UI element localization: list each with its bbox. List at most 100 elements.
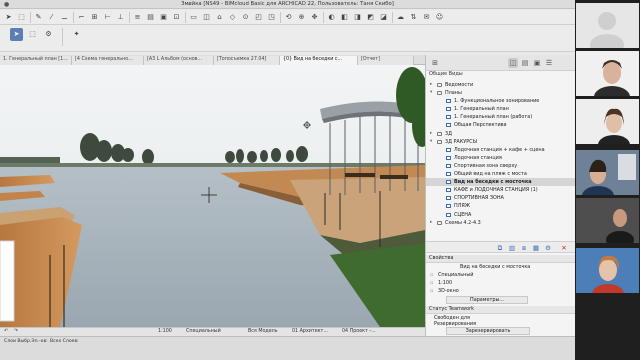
model-view-value[interactable]: Вся Модель — [248, 329, 278, 334]
tree-view-item[interactable]: КАФЕ и ЛОДОЧНАЯ СТАНЦИЯ (1) — [426, 186, 575, 194]
tab-general-plan[interactable]: 1. Генеральный план [1... — [0, 56, 72, 65]
zoom-icon[interactable]: ⊕ — [296, 12, 307, 23]
pencil-icon[interactable]: ✎ — [33, 12, 44, 23]
chevron-down-icon[interactable]: ▾ — [430, 138, 435, 146]
scale-value[interactable]: 1:100 — [158, 329, 172, 334]
tree-folder[interactable]: ▸ 3Д — [426, 130, 575, 138]
orbit-icon[interactable]: ⟲ — [283, 12, 294, 23]
home-icon: ⌂ — [188, 1, 192, 7]
project-option-value[interactable]: 04 Проект -... — [342, 329, 376, 334]
pan-icon[interactable]: ✥ — [309, 12, 320, 23]
properties-scale[interactable]: 1:100 — [438, 280, 452, 286]
arrow-icon[interactable]: ➤ — [3, 12, 14, 23]
settings-icon[interactable]: ⚙ — [544, 244, 552, 252]
navigator-actions: ⧉ ▥ ⧈ ▦ ⚙ ✕ — [426, 241, 575, 253]
tab-report[interactable]: [Отчет] — [358, 56, 414, 65]
arch-option-value[interactable]: 01 Архитект... — [292, 329, 328, 334]
measure-icon[interactable]: ⊥ — [115, 12, 126, 23]
publisher-icon[interactable]: ▣ — [532, 58, 542, 68]
tree-view-item[interactable]: Общий вид на пляж с моста — [426, 170, 575, 178]
properties-layer-combo[interactable]: Специальный — [438, 272, 473, 278]
grid-icon[interactable]: ⊞ — [89, 12, 100, 23]
roof-tool-icon[interactable]: ⌂ — [214, 12, 225, 23]
guide-icon[interactable]: ⊢ — [102, 12, 113, 23]
new-folder-icon[interactable]: ▥ — [508, 244, 516, 252]
tree-folder[interactable]: ▾ Планы — [426, 89, 575, 97]
save-view-icon[interactable]: ⧉ — [496, 244, 504, 252]
participant-tile[interactable] — [576, 51, 639, 96]
users-icon[interactable]: ☺ — [434, 12, 445, 23]
participant-tile[interactable] — [576, 99, 639, 144]
delete-icon[interactable]: ✕ — [560, 244, 568, 252]
detail-icon[interactable]: ◩ — [365, 12, 376, 23]
marquee-tool-icon[interactable]: ⬚ — [26, 28, 39, 41]
clone-folder-icon[interactable]: ⧈ — [520, 244, 528, 252]
layer-combo-value[interactable]: Специальный — [186, 329, 221, 334]
pen-set-icon[interactable]: ⚊ — [59, 12, 70, 23]
tree-view-item[interactable]: Общая Перспектива — [426, 121, 575, 129]
tree-view-item[interactable]: 1. Функциональное зонирование — [426, 97, 575, 105]
view-tabs: 1. Генеральный план [1... [4 Схема генер… — [0, 55, 425, 65]
arrow-tool-icon[interactable]: ➤ — [10, 28, 23, 41]
settings-icon[interactable]: ⚙ — [42, 28, 55, 41]
morph-tool-icon[interactable]: ◇ — [227, 12, 238, 23]
tree-view-item[interactable]: ПЛЯЖ — [426, 202, 575, 210]
stair-tool-icon[interactable]: ◰ — [253, 12, 264, 23]
section-icon[interactable]: ◧ — [339, 12, 350, 23]
chevron-right-icon[interactable]: ▸ — [430, 130, 435, 138]
group-icon[interactable]: ▣ — [158, 12, 169, 23]
participant-tile[interactable] — [576, 150, 639, 195]
participant-tile[interactable] — [576, 3, 639, 48]
worksheet-icon[interactable]: ◪ — [378, 12, 389, 23]
organizer-icon[interactable]: ☰ — [544, 58, 554, 68]
tab-general-scheme[interactable]: [4 Схема генерально... — [72, 56, 144, 65]
tree-folder[interactable]: ▾ 3Д РАКУРСЫ — [426, 138, 575, 146]
undo-icon[interactable]: ↶ — [4, 329, 8, 334]
elevation-icon[interactable]: ◨ — [352, 12, 363, 23]
layout-book-icon[interactable]: ▤ — [520, 58, 530, 68]
magic-wand-icon[interactable]: ✦ — [70, 28, 83, 41]
project-map-icon[interactable]: ⊞ — [430, 58, 440, 68]
column-tool-icon[interactable]: ◳ — [266, 12, 277, 23]
tree-folder[interactable]: ▸ Схемы 4.2-4.3 — [426, 219, 575, 227]
tree-view-item[interactable]: СПОРТИВНАЯ ЗОНА — [426, 194, 575, 202]
view-icon — [446, 115, 451, 120]
render-icon[interactable]: ◐ — [326, 12, 337, 23]
navigator-panel: ⊞ ◫ ▤ ▣ ☰ Общие Виды ▸ Ведомости ▾ Планы 1. … — [425, 55, 575, 336]
tree-view-item[interactable]: 1. Генеральный план — [426, 105, 575, 113]
view-settings-icon[interactable]: ▦ — [532, 244, 540, 252]
snap-icon[interactable]: ⌐ — [76, 12, 87, 23]
layer-icon[interactable]: ≡ — [132, 12, 143, 23]
messages-icon[interactable]: ✉ — [421, 12, 432, 23]
3d-viewport[interactable] — [0, 65, 425, 327]
object-tool-icon[interactable]: ⊙ — [240, 12, 251, 23]
tree-folder[interactable]: ▸ Ведомости — [426, 81, 575, 89]
tree-view-item[interactable]: Спортивная зона сверху — [426, 162, 575, 170]
chevron-down-icon[interactable]: ▾ — [430, 89, 435, 97]
tree-view-item[interactable]: СЦЕНА — [426, 211, 575, 219]
reserve-button[interactable]: Зарезервировать — [446, 327, 530, 335]
participant-tile[interactable] — [576, 198, 639, 243]
eyedropper-icon[interactable]: ⁄ — [46, 12, 57, 23]
tab-album[interactable]: [А3 L Альбом (основ... — [144, 56, 214, 65]
slab-tool-icon[interactable]: ◫ — [201, 12, 212, 23]
tree-view-item[interactable]: 1. Генеральный план (работа) — [426, 113, 575, 121]
chevron-right-icon[interactable]: ▸ — [430, 219, 435, 227]
teamwork-icon[interactable]: ☁ — [395, 12, 406, 23]
view-icon — [446, 107, 451, 112]
participant-tile[interactable] — [576, 248, 639, 293]
tab-3d-view[interactable]: {0} Вид на беседки с... — [280, 56, 358, 65]
parameters-button[interactable]: Параметры... — [446, 296, 528, 304]
tree-view-item[interactable]: Лодочная станция — [426, 154, 575, 162]
arrange-icon[interactable]: ▤ — [145, 12, 156, 23]
tab-topo-survey[interactable]: [Топосъемка 27.04] — [214, 56, 280, 65]
send-receive-icon[interactable]: ⇅ — [408, 12, 419, 23]
chevron-right-icon[interactable]: ▸ — [430, 81, 435, 89]
marquee-icon[interactable]: ⬚ — [16, 12, 27, 23]
view-map-icon[interactable]: ◫ — [508, 58, 518, 68]
lock-icon[interactable]: ⊡ — [171, 12, 182, 23]
tree-view-item[interactable]: Вид на беседки с мосточка — [426, 178, 575, 187]
wall-tool-icon[interactable]: ▭ — [188, 12, 199, 23]
tree-view-item[interactable]: Лодочная станция + кафе + сцена — [426, 146, 575, 154]
redo-icon[interactable]: ↷ — [14, 329, 18, 334]
